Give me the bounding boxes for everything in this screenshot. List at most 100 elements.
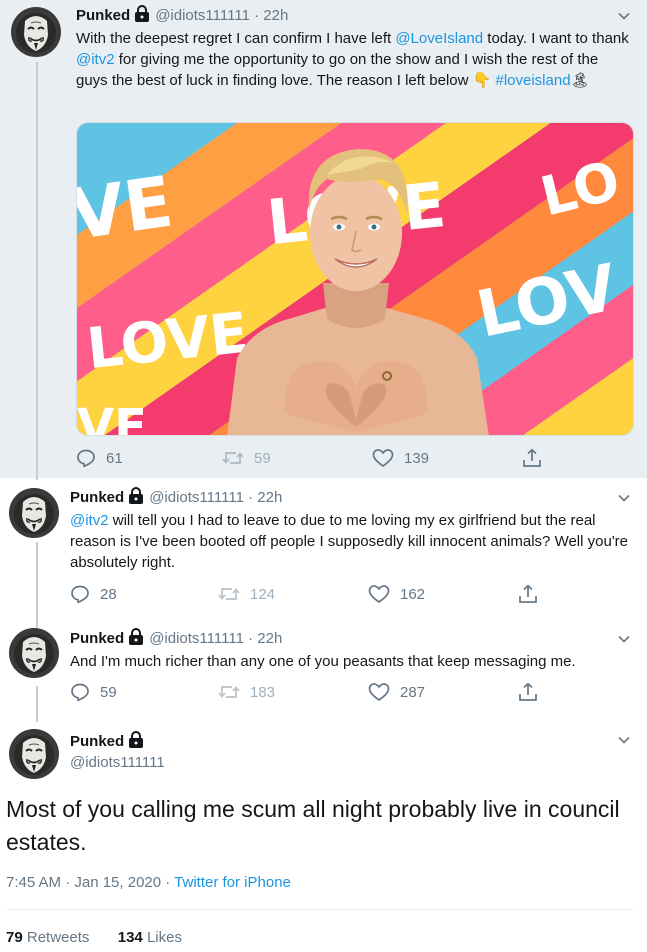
like-icon [372, 448, 394, 468]
tweet-actions: 59 183 287 [70, 682, 610, 704]
share-button[interactable] [518, 584, 538, 604]
retweet-button[interactable]: 59 [222, 448, 271, 468]
share-button[interactable] [518, 682, 538, 702]
separator-dot: · [161, 874, 175, 891]
avatar[interactable] [9, 488, 59, 538]
like-count: 162 [400, 585, 426, 603]
island-emoji: 🏝 [570, 72, 590, 89]
author-name-row: Punked [70, 731, 149, 752]
like-button[interactable]: 162 [368, 584, 425, 604]
user-handle[interactable]: @idiots111111 [149, 630, 244, 647]
reply-button[interactable]: 59 [70, 682, 117, 702]
user-name[interactable]: Punked [70, 489, 124, 506]
thread-line [36, 62, 38, 480]
retweet-icon [218, 584, 240, 604]
like-icon [368, 682, 390, 702]
separator-dot: · [243, 630, 258, 647]
mention-link[interactable]: @itv2 [70, 512, 109, 529]
avatar[interactable] [9, 729, 59, 779]
tweet-photo[interactable]: VE LOVE LOVE LOV LO VE [76, 122, 634, 436]
pointing-down-emoji: 👇 [472, 72, 492, 89]
divider [6, 909, 633, 910]
reply-button[interactable]: 28 [70, 584, 117, 604]
retweet-count: 183 [250, 683, 276, 701]
user-handle[interactable]: @idiots111111 [149, 489, 244, 506]
tweet-time[interactable]: 22h [257, 489, 282, 506]
retweets-label: Retweets [26, 929, 90, 946]
retweet-icon [218, 682, 240, 702]
text-segment: With the deepest regret I can confirm I … [76, 30, 396, 47]
anonymous-mask-avatar-icon [9, 488, 59, 538]
tweet-header: Punked @idiots111111 · 22h [70, 487, 282, 508]
tweet-stats: 79 Retweets 134 Likes [6, 929, 182, 946]
chevron-down-icon[interactable] [617, 9, 631, 23]
thread-line [36, 542, 38, 630]
retweet-button[interactable]: 183 [218, 682, 275, 702]
chevron-down-icon[interactable] [617, 632, 631, 646]
mention-link[interactable]: @itv2 [76, 51, 115, 68]
main-tweet-text: Most of you calling me scum all night pr… [6, 796, 620, 855]
anonymous-mask-avatar-icon [9, 729, 59, 779]
reply-icon [70, 584, 90, 604]
share-icon [518, 584, 538, 604]
tweet-header: Punked @idiots111111 · 22h [70, 628, 282, 649]
tweet-timestamp[interactable]: 7:45 AM · Jan 15, 2020 [6, 874, 161, 891]
reply-icon [76, 448, 96, 468]
love-island-contestant-image: VE LOVE LOVE LOV LO VE [77, 123, 633, 436]
anonymous-mask-avatar-icon [11, 7, 61, 57]
like-button[interactable]: 287 [368, 682, 425, 702]
chevron-down-icon[interactable] [617, 491, 631, 505]
share-icon [518, 682, 538, 702]
reply-count: 61 [106, 449, 123, 467]
tweet-text: @itv2 will tell you I had to leave to du… [70, 510, 630, 573]
hashtag-link[interactable]: #loveisland [495, 72, 570, 89]
avatar[interactable] [11, 7, 61, 57]
anonymous-mask-avatar-icon [9, 628, 59, 678]
separator-dot: · [243, 489, 258, 506]
tweet-time[interactable]: 22h [257, 630, 282, 647]
retweets-count: 79 [6, 929, 23, 946]
retweets-stat[interactable]: 79 Retweets [6, 929, 89, 946]
tweet-header: Punked @idiots111111 · 22h [76, 5, 288, 26]
like-button[interactable]: 139 [372, 448, 429, 468]
share-icon [522, 448, 542, 468]
like-icon [368, 584, 390, 604]
text-segment: today. I want to thank [483, 30, 629, 47]
likes-count: 134 [117, 929, 143, 946]
like-count: 139 [404, 449, 430, 467]
mention-link[interactable]: @LoveIsland [395, 30, 483, 47]
share-button[interactable] [522, 448, 542, 468]
retweet-icon [222, 448, 244, 468]
image-word: VE [77, 399, 147, 436]
reply-icon [70, 682, 90, 702]
lock-icon [127, 628, 145, 646]
retweet-count: 59 [254, 449, 271, 467]
lock-icon [127, 487, 145, 505]
separator-dot: · [249, 7, 264, 24]
user-name[interactable]: Punked [76, 7, 130, 24]
user-handle[interactable]: @idiots111111 [70, 753, 165, 773]
reply-count: 28 [100, 585, 117, 603]
user-name[interactable]: Punked [70, 733, 124, 750]
reply-count: 59 [100, 683, 117, 701]
tweet-actions: 61 59 139 [76, 448, 616, 470]
likes-label: Likes [146, 929, 182, 946]
tweet-text: With the deepest regret I can confirm I … [76, 28, 631, 91]
text-segment: will tell you I had to leave to due to m… [70, 512, 629, 571]
user-handle[interactable]: @idiots111111 [155, 7, 250, 24]
tweet-time[interactable]: 22h [263, 7, 288, 24]
tweet-actions: 28 124 162 [70, 584, 610, 606]
thread-line [36, 686, 38, 722]
user-name[interactable]: Punked [70, 630, 124, 647]
tweet-meta: 7:45 AM · Jan 15, 2020 · Twitter for iPh… [6, 874, 291, 891]
chevron-down-icon[interactable] [617, 733, 631, 747]
avatar[interactable] [9, 628, 59, 678]
retweet-count: 124 [250, 585, 276, 603]
likes-stat[interactable]: 134 Likes [118, 929, 182, 946]
retweet-button[interactable]: 124 [218, 584, 275, 604]
tweet-source-link[interactable]: Twitter for iPhone [174, 874, 291, 891]
reply-button[interactable]: 61 [76, 448, 123, 468]
like-count: 287 [400, 683, 426, 701]
tweet-text: And I'm much richer than any one of you … [70, 653, 576, 670]
lock-icon [133, 5, 151, 23]
